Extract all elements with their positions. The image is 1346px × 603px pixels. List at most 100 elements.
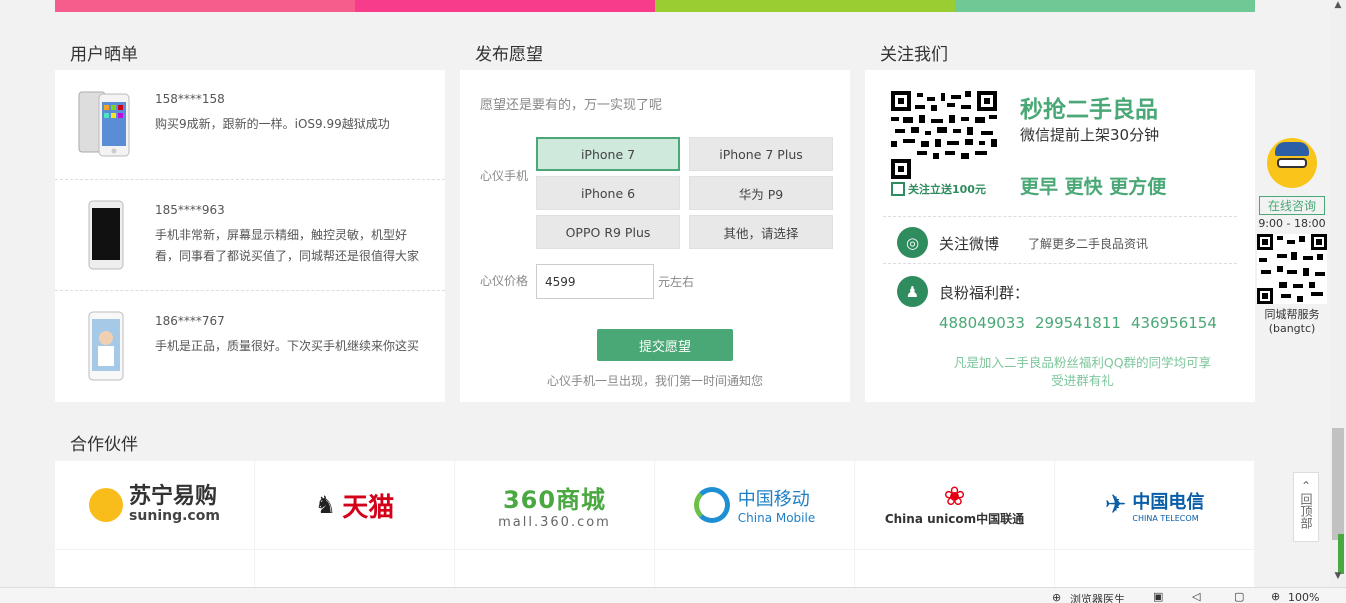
- scroll-down-arrow-icon[interactable]: ▼: [1330, 571, 1346, 585]
- telecom-en: CHINA TELECOM: [1132, 513, 1199, 523]
- option-huawei-p9[interactable]: 华为 P9: [689, 176, 833, 210]
- tmall-cat-icon: ♞: [314, 491, 337, 519]
- mall360-domain: mall.360.com: [498, 515, 611, 530]
- mascot-avatar: [1267, 138, 1317, 188]
- partner-cell[interactable]: [55, 550, 254, 587]
- browser-status-bar: ⊕ 浏览器医生 ▣ ◁ ▢ ⊕ 100%: [0, 587, 1346, 603]
- telecom-logo[interactable]: ✈ 中国电信 CHINA TELECOM: [1055, 461, 1254, 549]
- price-unit: 元左右: [658, 275, 695, 289]
- follow-sub: 微信提前上架30分钟: [1020, 126, 1160, 144]
- scroll-thumb[interactable]: [1332, 428, 1344, 540]
- telecom-icon: ✈: [1104, 490, 1127, 520]
- divider: [883, 263, 1237, 264]
- weibo-icon[interactable]: ◎: [897, 227, 928, 258]
- review-item[interactable]: 186****767 手机是正品，质量很好。下次买手机继续来你这买: [55, 292, 445, 402]
- review-item[interactable]: 158****158 购买9成新，跟新的一样。iOS9.99越狱成功: [55, 70, 445, 180]
- china-mobile-name: 中国移动: [737, 489, 810, 510]
- wish-title: 发布愿望: [475, 45, 543, 65]
- suning-name: 苏宁易购: [129, 484, 218, 509]
- scroll-green-marker: [1338, 534, 1344, 574]
- doctor-icon[interactable]: ⊕: [1052, 591, 1061, 603]
- option-other[interactable]: 其他，请选择: [689, 215, 833, 249]
- review-text: 购买9成新，跟新的一样。iOS9.99越狱成功: [155, 117, 390, 131]
- browser-doctor[interactable]: 浏览器医生: [1070, 591, 1125, 603]
- review-text: 手机非常新，屏幕显示精细，触控灵敏，机型好看，同事看了都说买值了，同城帮还是很值…: [155, 228, 420, 263]
- phone-thumbnail: [88, 200, 124, 270]
- mall360-name: 360商城: [502, 486, 607, 514]
- option-oppo-r9plus[interactable]: OPPO R9 Plus: [536, 215, 680, 249]
- submit-wish-button[interactable]: 提交愿望: [597, 329, 733, 361]
- online-service-widget: 在线咨询 9:00 - 18:00 同城帮服务 (bangtc): [1254, 138, 1330, 335]
- service-qr-icon: [1257, 234, 1327, 304]
- vertical-scrollbar[interactable]: ▲ ▼: [1330, 0, 1346, 587]
- service-account: (bangtc): [1268, 322, 1316, 335]
- reviews-panel: 158****158 购买9成新，跟新的一样。iOS9.99越狱成功 185**…: [55, 70, 445, 402]
- service-name: 同城帮服务: [1264, 308, 1320, 321]
- qq-label: 良粉福利群：: [939, 284, 1030, 302]
- phone-label: 心仪手机: [480, 169, 529, 183]
- qq-group-2[interactable]: 299541811: [1035, 314, 1121, 332]
- back-to-top-button[interactable]: ⌃ 回顶部: [1293, 472, 1319, 542]
- tmall-logo[interactable]: ♞ 天猫: [255, 461, 454, 549]
- iphone-thumbnail: [78, 91, 130, 157]
- review-text: 手机是正品，质量很好。下次买手机继续来你这买: [155, 339, 420, 353]
- follow-slogan: 更早 更快 更方便: [1020, 176, 1167, 198]
- china-mobile-en: China Mobile: [737, 511, 816, 525]
- follow-headline: 秒抢二手良品: [1020, 97, 1158, 123]
- option-iphone7plus[interactable]: iPhone 7 Plus: [689, 137, 833, 171]
- suning-logo[interactable]: 苏宁易购 suning.com: [55, 461, 254, 549]
- stripe-pink: [55, 0, 355, 12]
- wish-hint: 愿望还是要有的，万一实现了呢: [480, 98, 663, 113]
- back-to-top-label: 回顶部: [1299, 493, 1313, 529]
- tmall-name: 天猫: [342, 492, 395, 523]
- review-item[interactable]: 185****963 手机非常新，屏幕显示精细，触控灵敏，机型好看，同事看了都说…: [55, 181, 445, 291]
- window-icon[interactable]: ▢: [1234, 590, 1244, 603]
- telecom-name: 中国电信: [1132, 491, 1205, 513]
- suning-lion-icon: [89, 488, 124, 522]
- partner-cell[interactable]: [455, 550, 654, 587]
- unicom-logo[interactable]: ❀ China unicom中国联通: [855, 461, 1054, 549]
- divider: [883, 216, 1237, 217]
- follow-title: 关注我们: [880, 45, 948, 65]
- review-user: 186****767: [155, 314, 225, 328]
- unicom-name: China unicom中国联通: [884, 511, 1025, 526]
- china-mobile-icon: [693, 487, 730, 523]
- qr-caption-row: 关注立送100元: [891, 181, 999, 197]
- mall360-logo[interactable]: 360商城 mall.360.com: [455, 461, 654, 549]
- unicom-knot-icon: ❀: [943, 481, 966, 512]
- qq-group-3[interactable]: 436956154: [1131, 314, 1217, 332]
- screenshot-icon[interactable]: ▣: [1153, 590, 1163, 603]
- price-input[interactable]: [536, 264, 654, 299]
- online-consult-button[interactable]: 在线咨询: [1259, 196, 1325, 215]
- stripe-magenta: [355, 0, 655, 12]
- qq-group-1[interactable]: 488049033: [939, 314, 1025, 332]
- top-color-stripe: [55, 0, 1255, 12]
- zoom-icon[interactable]: ⊕: [1271, 590, 1280, 603]
- scroll-up-arrow-icon[interactable]: ▲: [1330, 0, 1346, 14]
- partner-cell[interactable]: [255, 550, 454, 587]
- footnote-line-1: 凡是加入二手良品粉丝福利QQ群的同学均可享: [953, 355, 1212, 370]
- reviews-title: 用户晒单: [70, 45, 138, 65]
- option-iphone7[interactable]: iPhone 7: [536, 137, 680, 171]
- phone-thumbnail: [88, 311, 124, 381]
- partner-cell[interactable]: [655, 550, 854, 587]
- footnote-line-2: 受进群有礼: [1051, 373, 1114, 388]
- stripe-green: [955, 0, 1255, 12]
- volume-icon[interactable]: ◁: [1192, 590, 1200, 603]
- partner-cell[interactable]: [1055, 550, 1254, 587]
- china-mobile-logo[interactable]: 中国移动 China Mobile: [655, 461, 854, 549]
- wechat-qr-icon: [891, 91, 999, 181]
- option-iphone6[interactable]: iPhone 6: [536, 176, 680, 210]
- weibo-desc: 了解更多二手良品资讯: [1028, 237, 1149, 251]
- price-label: 心仪价格: [480, 274, 529, 288]
- wish-panel: 愿望还是要有的，万一实现了呢 心仪手机 iPhone 7 iPhone 7 Pl…: [460, 70, 850, 402]
- zoom-level[interactable]: 100%: [1288, 591, 1319, 603]
- review-user: 185****963: [155, 203, 225, 217]
- stripe-lime: [655, 0, 955, 12]
- follow-footnote: 凡是加入二手良品粉丝福利QQ群的同学均可享 受进群有礼: [865, 354, 1255, 390]
- weibo-label[interactable]: 关注微博: [939, 233, 999, 254]
- qq-icon: ♟: [897, 276, 928, 307]
- partner-cell[interactable]: [855, 550, 1054, 587]
- partners-title: 合作伙伴: [70, 435, 138, 455]
- wish-note: 心仪手机一旦出现，我们第一时间通知您: [546, 374, 763, 388]
